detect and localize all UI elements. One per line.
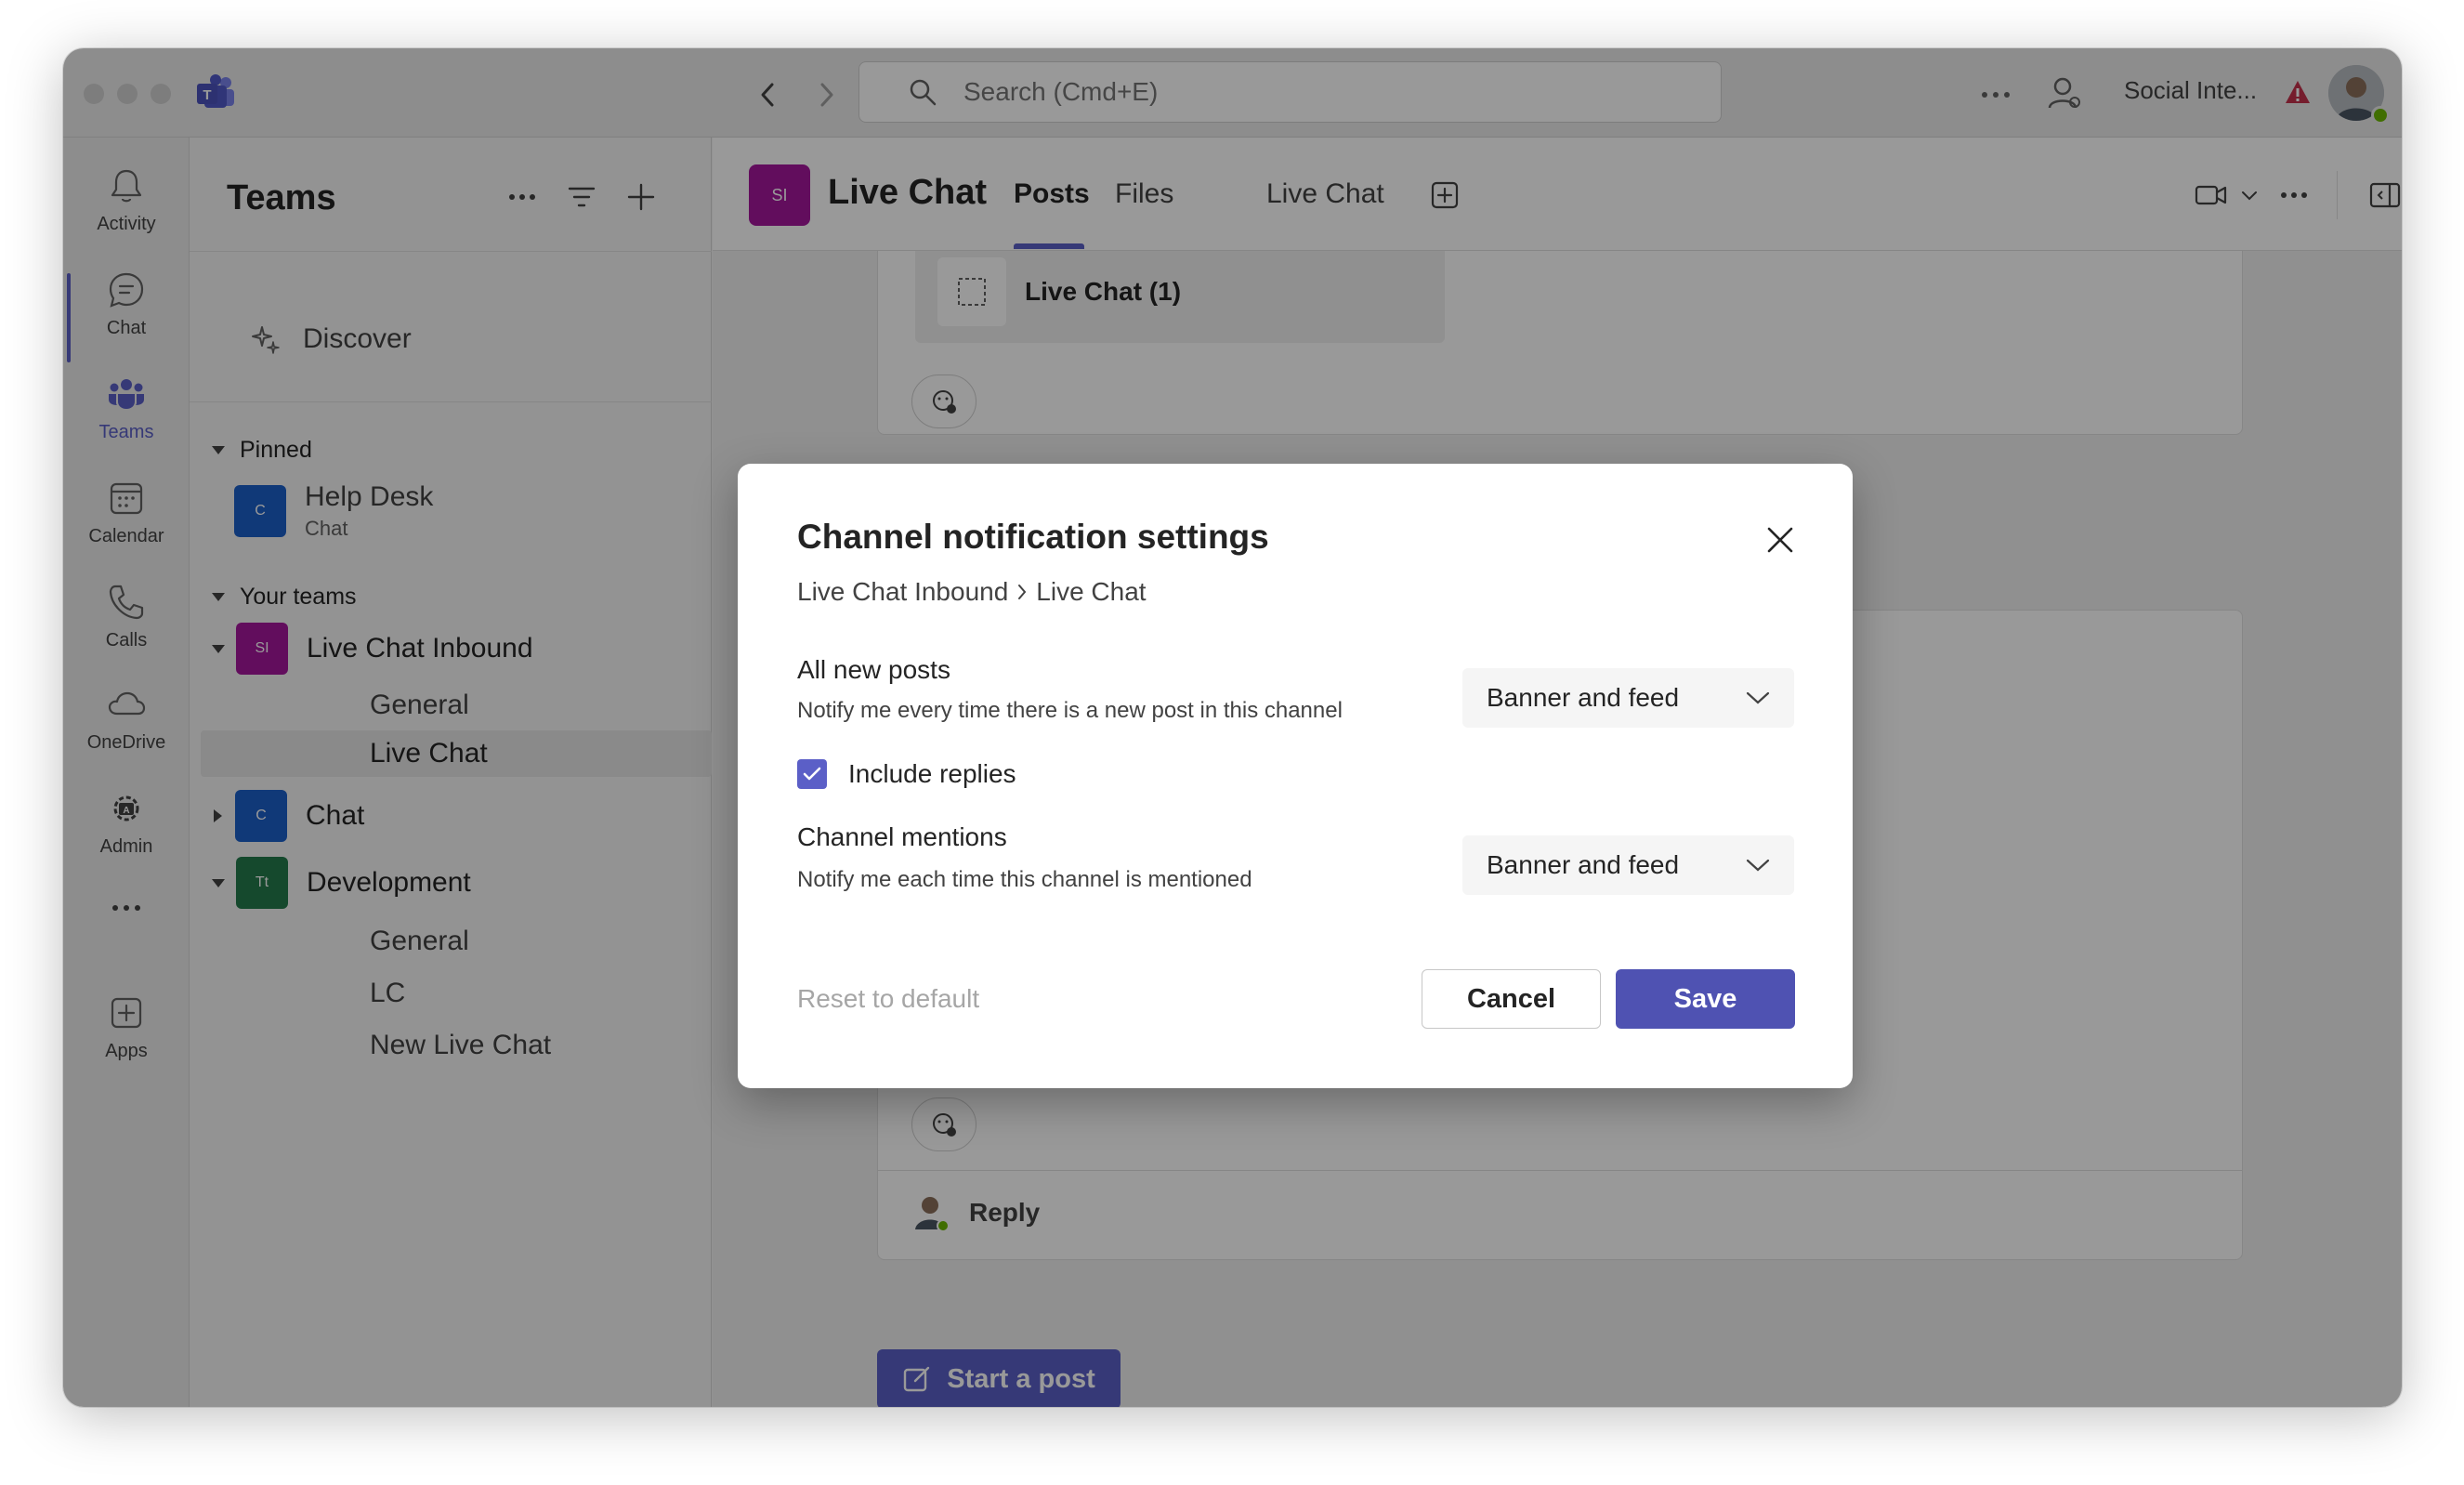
mentions-description: Notify me each time this channel is ment… bbox=[797, 867, 1252, 892]
include-replies-checkbox[interactable] bbox=[797, 759, 827, 789]
close-dialog-button[interactable] bbox=[1762, 521, 1799, 559]
teams-window: T Social Inte... Activity Ch bbox=[63, 48, 2402, 1407]
breadcrumb: Live Chat Inbound Live Chat bbox=[797, 577, 1147, 607]
cancel-button[interactable]: Cancel bbox=[1422, 969, 1601, 1029]
notification-settings-dialog: Channel notification settings Live Chat … bbox=[738, 464, 1853, 1088]
include-replies-label[interactable]: Include replies bbox=[848, 759, 1016, 789]
all-posts-description: Notify me every time there is a new post… bbox=[797, 698, 1343, 723]
all-posts-value: Banner and feed bbox=[1487, 683, 1680, 712]
mentions-title: Channel mentions bbox=[797, 822, 1007, 851]
close-icon bbox=[1767, 527, 1793, 553]
all-posts-dropdown[interactable]: Banner and feed bbox=[1462, 668, 1794, 728]
breadcrumb-team: Live Chat Inbound bbox=[797, 577, 1009, 606]
save-button[interactable]: Save bbox=[1616, 969, 1795, 1029]
checkmark-icon bbox=[803, 767, 821, 781]
breadcrumb-channel: Live Chat bbox=[1036, 577, 1147, 606]
chevron-down-icon bbox=[1746, 691, 1770, 704]
mentions-value: Banner and feed bbox=[1487, 850, 1680, 879]
chevron-right-icon bbox=[1018, 585, 1027, 599]
mentions-dropdown[interactable]: Banner and feed bbox=[1462, 835, 1794, 895]
dialog-title: Channel notification settings bbox=[797, 518, 1269, 556]
all-posts-title: All new posts bbox=[797, 655, 950, 684]
reset-to-default-link[interactable]: Reset to default bbox=[797, 984, 979, 1014]
chevron-down-icon bbox=[1746, 859, 1770, 872]
